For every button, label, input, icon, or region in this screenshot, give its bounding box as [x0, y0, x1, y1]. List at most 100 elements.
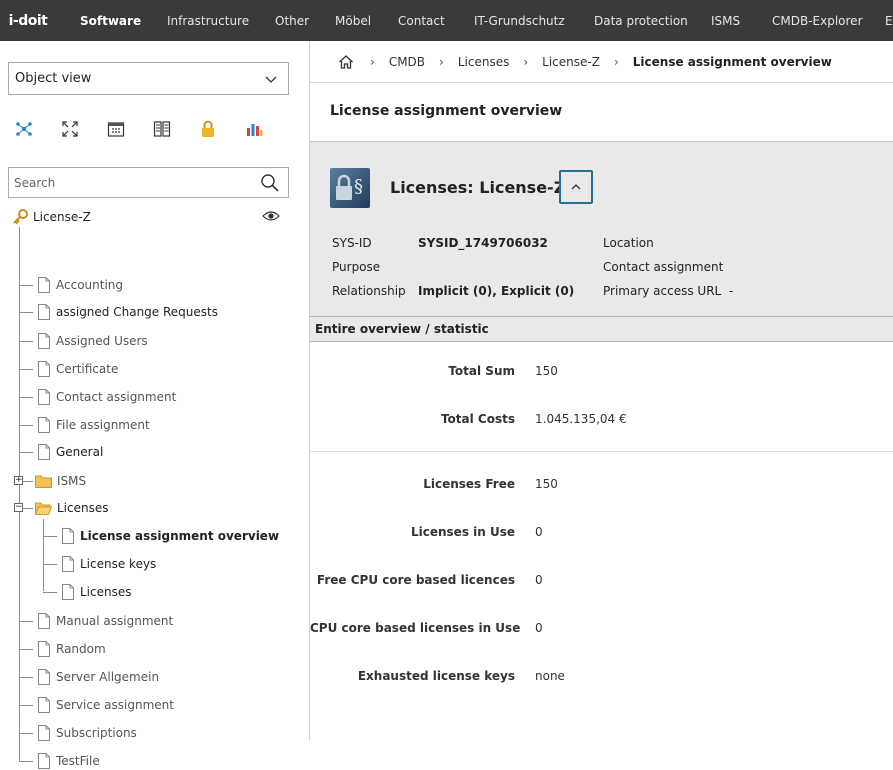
- tree-item-general[interactable]: General: [37, 443, 103, 461]
- home-icon[interactable]: [338, 54, 354, 70]
- tree-line: [19, 452, 33, 453]
- tree-root[interactable]: License-Z: [12, 209, 91, 225]
- free-cpu-label: Free CPU core based licences: [316, 573, 515, 587]
- document-icon: [38, 669, 50, 685]
- tree-item-label: License keys: [80, 557, 157, 571]
- tree-item-licenses[interactable]: Licenses: [61, 583, 132, 601]
- breadcrumb-cmdb[interactable]: CMDB: [389, 55, 425, 69]
- tree-item-file-assignment[interactable]: File assignment: [37, 416, 150, 434]
- tree-item-certificate[interactable]: Certificate: [37, 360, 118, 378]
- document-icon: [62, 556, 74, 572]
- document-icon: [62, 528, 74, 544]
- tree-item-license-keys[interactable]: License keys: [61, 555, 156, 573]
- tree-folder-isms[interactable]: ISMS: [35, 472, 86, 490]
- fullscreen-icon[interactable]: [60, 119, 80, 139]
- sysid-value: SYSID_1749706032: [418, 236, 548, 250]
- tree-item-label: Server Allgemein: [56, 670, 160, 684]
- eye-icon[interactable]: [262, 209, 280, 223]
- document-icon: [38, 641, 50, 657]
- breadcrumb-object[interactable]: License-Z: [542, 55, 600, 69]
- calendar-icon[interactable]: [106, 119, 126, 139]
- tree-item-server-allgemein[interactable]: Server Allgemein: [37, 668, 159, 686]
- license-object-icon: §: [330, 168, 370, 208]
- tree-item-label: Licenses: [80, 585, 132, 599]
- tree-line: [43, 592, 57, 593]
- tree-item-license-assignment-overview[interactable]: License assignment overview: [61, 527, 279, 545]
- document-icon: [38, 444, 50, 460]
- nav-software[interactable]: Software: [80, 0, 141, 41]
- tree-item-contact-assignment[interactable]: Contact assignment: [37, 388, 176, 406]
- folder-icon: [35, 475, 52, 488]
- tree-folder-licenses[interactable]: Licenses: [35, 499, 109, 517]
- nav-contact[interactable]: Contact: [398, 0, 445, 41]
- breadcrumb-separator: ›: [370, 54, 375, 69]
- search-input[interactable]: [14, 175, 254, 190]
- tree-line: [19, 677, 33, 678]
- tree-item-label: Assigned Users: [56, 334, 148, 348]
- nav-cmdb-explorer[interactable]: CMDB-Explorer: [772, 0, 863, 41]
- tree-item-assigned-users[interactable]: Assigned Users: [37, 332, 148, 350]
- tree-item-accounting[interactable]: Accounting: [37, 276, 123, 294]
- tree-line: [19, 369, 33, 370]
- tree-item-change-requests[interactable]: assigned Change Requests: [37, 303, 218, 321]
- free-cpu-value: 0: [535, 573, 543, 587]
- collapse-toggle[interactable]: −: [14, 503, 23, 512]
- total-costs-value: 1.045.135,04 €: [535, 412, 627, 426]
- view-select[interactable]: Object view: [8, 62, 289, 95]
- sysid-label: SYS-ID: [332, 236, 372, 250]
- breadcrumb: › CMDB › Licenses › License-Z › License …: [310, 41, 893, 83]
- nav-moebel[interactable]: Möbel: [335, 0, 371, 41]
- document-icon: [62, 584, 74, 600]
- object-title: Licenses: License-Z: [390, 178, 566, 197]
- divider: [310, 451, 893, 452]
- document-icon: [38, 361, 50, 377]
- tree-line: [43, 519, 44, 591]
- document-icon: [38, 417, 50, 433]
- tree-item-label: Contact assignment: [56, 390, 177, 404]
- cpu-in-use-label: CPU core based licenses in Use: [310, 621, 521, 635]
- tree-item-service-assignment[interactable]: Service assignment: [37, 696, 174, 714]
- top-navigation: i-doit Software Infrastructure Other Möb…: [0, 0, 893, 41]
- view-select-value: Object view: [15, 71, 92, 86]
- chevron-down-icon: [265, 76, 277, 83]
- tree-item-label: assigned Change Requests: [56, 305, 218, 319]
- key-icon: [13, 209, 28, 225]
- document-icon: [38, 277, 50, 293]
- breadcrumb-separator: ›: [439, 54, 444, 69]
- nav-overflow[interactable]: E: [885, 0, 893, 41]
- tree-search[interactable]: [8, 167, 289, 198]
- search-icon[interactable]: [260, 173, 280, 193]
- tree-line: [43, 564, 57, 565]
- tree-item-label: ISMS: [57, 474, 87, 488]
- tree-line: [19, 397, 33, 398]
- breadcrumb-separator: ›: [523, 54, 529, 69]
- folder-open-icon: [35, 502, 52, 515]
- breadcrumb-licenses[interactable]: Licenses: [458, 55, 510, 69]
- breadcrumb-separator: ›: [613, 54, 619, 69]
- tree-item-testfile[interactable]: TestFile: [37, 752, 100, 770]
- chevron-up-icon: [571, 184, 581, 190]
- tree-item-subscriptions[interactable]: Subscriptions: [37, 724, 137, 742]
- relation-icon[interactable]: [14, 119, 34, 139]
- main-content: › CMDB › Licenses › License-Z › License …: [310, 41, 893, 740]
- collapse-header-button[interactable]: [559, 170, 593, 204]
- nav-infrastructure[interactable]: Infrastructure: [167, 0, 249, 41]
- nav-it-grundschutz[interactable]: IT-Grundschutz: [474, 0, 565, 41]
- lock-icon[interactable]: [198, 119, 218, 139]
- svg-text:§: §: [354, 176, 363, 197]
- nav-other[interactable]: Other: [275, 0, 309, 41]
- chart-icon[interactable]: [244, 119, 264, 139]
- expand-toggle[interactable]: +: [14, 476, 23, 485]
- tree-item-random[interactable]: Random: [37, 640, 106, 658]
- app-logo[interactable]: i-doit: [0, 0, 56, 41]
- sidebar-toolbar: [14, 119, 284, 139]
- nav-data-protection[interactable]: Data protection: [594, 0, 688, 41]
- tree-item-label: General: [56, 445, 104, 459]
- tree-item-manual-assignment[interactable]: Manual assignment: [37, 612, 173, 630]
- relationship-value: Implicit (0), Explicit (0): [418, 284, 575, 298]
- tree-item-label: Service assignment: [56, 698, 174, 712]
- total-sum-value: 150: [535, 364, 558, 378]
- nav-isms[interactable]: ISMS: [711, 0, 740, 41]
- catalog-icon[interactable]: [152, 119, 172, 139]
- sidebar: Object view License-Z: [0, 41, 310, 769]
